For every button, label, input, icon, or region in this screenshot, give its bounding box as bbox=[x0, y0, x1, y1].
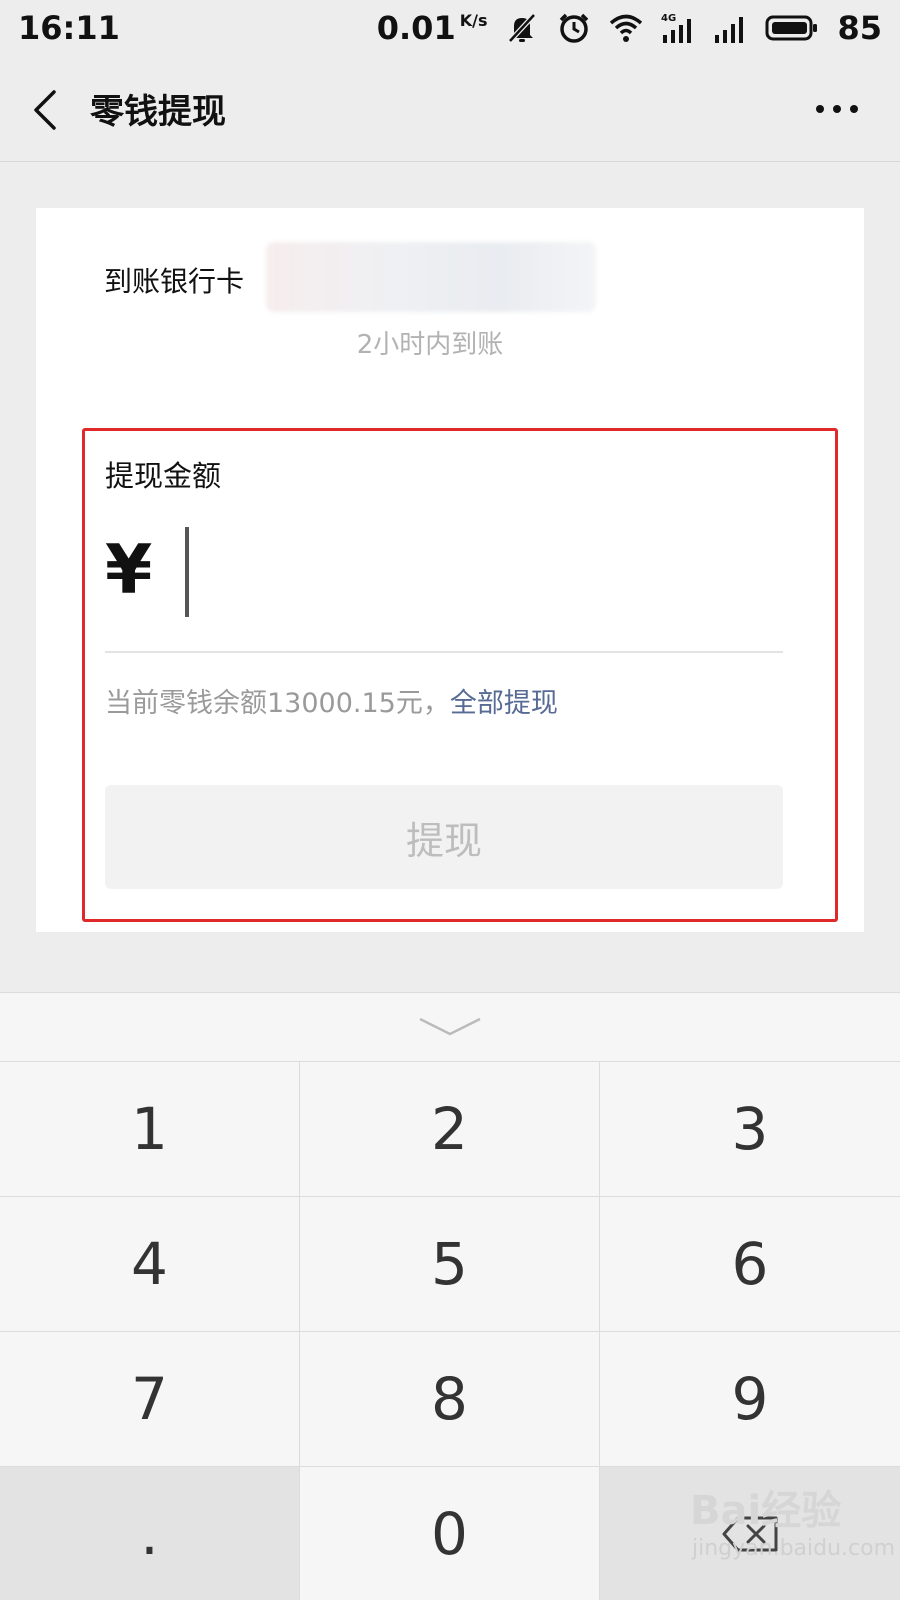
currency-symbol: ¥ bbox=[105, 531, 153, 610]
alarm-icon bbox=[560, 13, 589, 43]
backspace-icon bbox=[722, 1516, 778, 1552]
more-dots-icon[interactable] bbox=[814, 102, 860, 116]
key-3[interactable]: 3 bbox=[600, 1062, 900, 1197]
key-5[interactable]: 5 bbox=[300, 1197, 600, 1332]
signal-icon bbox=[715, 17, 744, 43]
key-6[interactable]: 6 bbox=[600, 1197, 900, 1332]
key-1[interactable]: 1 bbox=[0, 1062, 300, 1197]
signal-4g-icon: 4G bbox=[661, 13, 692, 43]
nav-bar: 零钱提现 bbox=[0, 56, 900, 162]
net-speed-unit: K/s bbox=[459, 11, 488, 30]
text-caret bbox=[185, 527, 189, 617]
key-4[interactable]: 4 bbox=[0, 1197, 300, 1332]
bank-card-label: 到账银行卡 bbox=[104, 265, 245, 298]
status-left: 16:11 bbox=[18, 9, 120, 47]
key-2[interactable]: 2 bbox=[300, 1062, 600, 1197]
status-bar: 16:11 0.01 K/s 4G 85 bbox=[0, 0, 900, 56]
svg-text:4G: 4G bbox=[661, 13, 676, 24]
key-backspace[interactable] bbox=[600, 1467, 900, 1600]
battery-percent: 85 bbox=[837, 9, 882, 47]
mute-icon bbox=[508, 13, 537, 43]
net-speed-value: 0.01 bbox=[376, 9, 456, 47]
withdraw-button[interactable]: 提现 bbox=[105, 785, 783, 889]
status-time: 16:11 bbox=[18, 9, 120, 47]
numeric-keypad: 1 2 3 4 5 6 7 8 9 . 0 bbox=[0, 992, 900, 1600]
balance-text: 当前零钱余额13000.15元， bbox=[105, 688, 450, 719]
withdraw-all-link[interactable]: 全部提现 bbox=[450, 688, 558, 719]
key-0[interactable]: 0 bbox=[300, 1467, 600, 1600]
chevron-left-icon[interactable] bbox=[30, 88, 60, 132]
key-7[interactable]: 7 bbox=[0, 1332, 300, 1467]
wifi-icon bbox=[610, 14, 643, 42]
keypad-keys: 1 2 3 4 5 6 7 8 9 . 0 bbox=[0, 1061, 900, 1600]
chevron-down-icon bbox=[419, 1017, 481, 1036]
keypad-collapse-button[interactable] bbox=[0, 993, 900, 1061]
status-right: 0.01 K/s 4G 85 bbox=[377, 9, 882, 47]
withdraw-card: 到账银行卡 2小时内到账 提现金额 ¥ 当前零钱余额13000.15元，全部提现… bbox=[36, 208, 864, 932]
key-9[interactable]: 9 bbox=[600, 1332, 900, 1467]
input-divider bbox=[105, 651, 783, 653]
key-decimal[interactable]: . bbox=[0, 1467, 300, 1600]
bank-card-selector[interactable] bbox=[266, 242, 596, 312]
key-8[interactable]: 8 bbox=[300, 1332, 600, 1467]
balance-line: 当前零钱余额13000.15元，全部提现 bbox=[105, 681, 558, 720]
withdraw-amount-section: 提现金额 ¥ 当前零钱余额13000.15元，全部提现 提现 bbox=[82, 428, 838, 922]
amount-input[interactable] bbox=[181, 527, 761, 619]
battery-icon bbox=[765, 15, 818, 41]
net-speed: 0.01 K/s bbox=[377, 9, 488, 47]
amount-label: 提现金额 bbox=[105, 459, 222, 493]
page-title: 零钱提现 bbox=[90, 92, 226, 132]
arrival-note: 2小时内到账 bbox=[356, 330, 504, 360]
